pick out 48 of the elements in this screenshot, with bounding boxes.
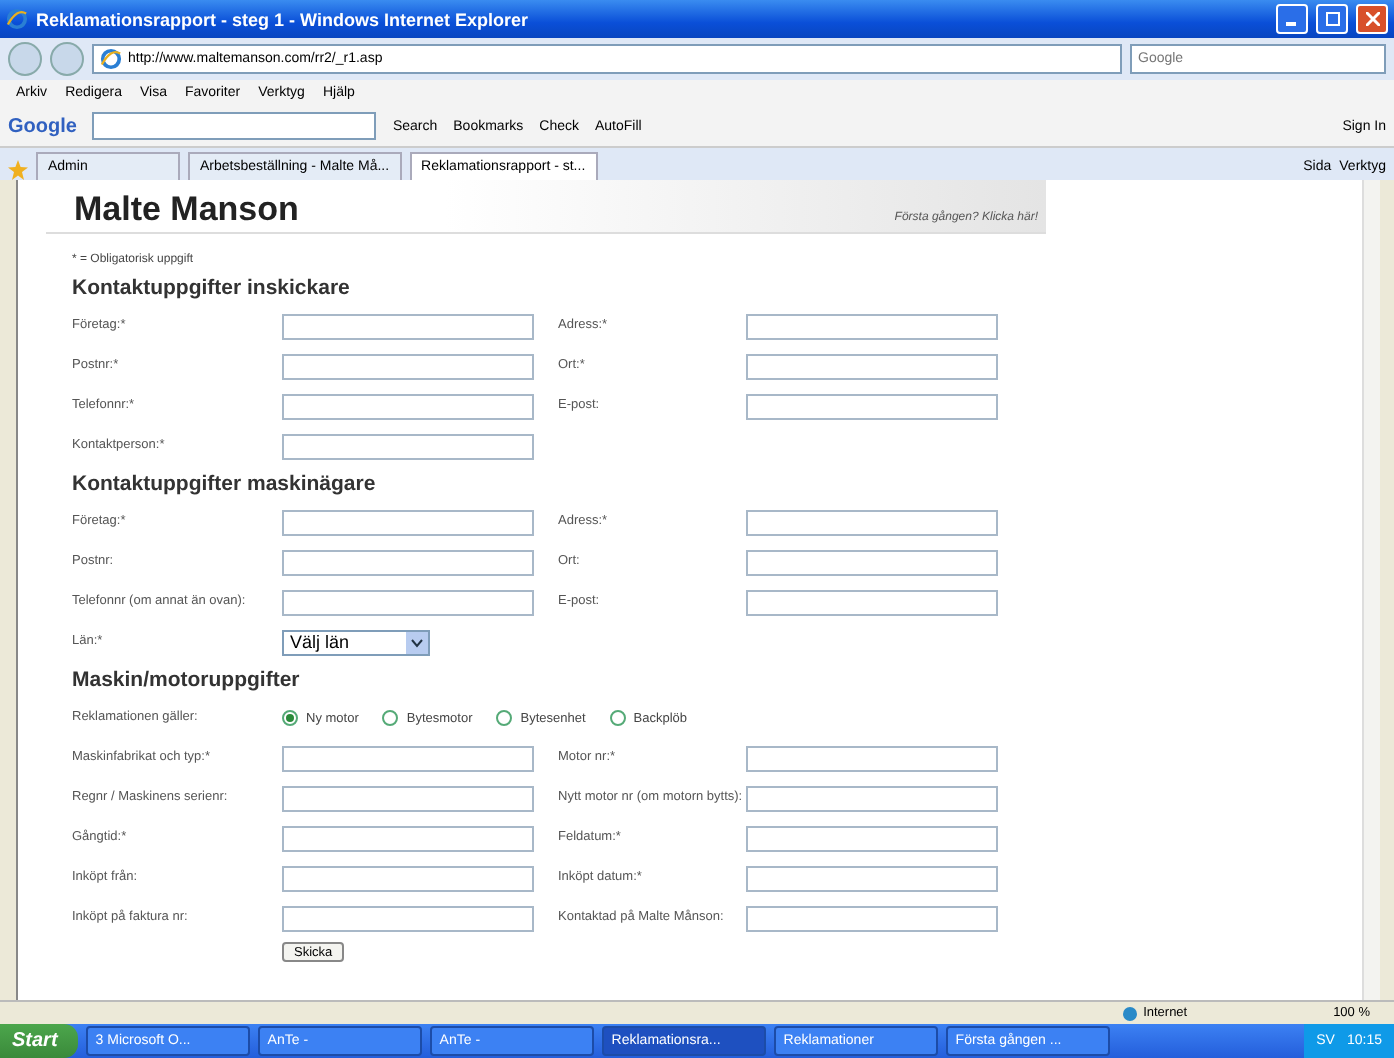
text-field[interactable] bbox=[282, 353, 534, 379]
globe-icon bbox=[1121, 1005, 1138, 1021]
text-field[interactable] bbox=[282, 509, 534, 535]
start-button[interactable]: Start bbox=[0, 1024, 78, 1058]
text-field[interactable] bbox=[746, 313, 998, 339]
ie-icon bbox=[6, 8, 28, 30]
text-field[interactable] bbox=[282, 393, 534, 419]
section-heading: Kontaktuppgifter maskinägare bbox=[72, 472, 378, 496]
close-icon bbox=[1365, 12, 1379, 26]
text-field[interactable] bbox=[282, 433, 534, 459]
text-field[interactable] bbox=[746, 865, 998, 891]
window-title: Reklamationsrapport - steg 1 - Windows Internet Explorer bbox=[36, 9, 530, 29]
maximize-button[interactable] bbox=[1316, 4, 1348, 34]
text-field[interactable] bbox=[282, 549, 534, 575]
text-field[interactable] bbox=[746, 353, 998, 379]
text-field[interactable] bbox=[746, 509, 998, 535]
text-field[interactable] bbox=[282, 589, 534, 615]
text-field[interactable] bbox=[746, 549, 998, 575]
star-icon[interactable] bbox=[8, 160, 28, 180]
text-field[interactable] bbox=[746, 785, 998, 811]
minimize-button[interactable] bbox=[1276, 4, 1308, 34]
text-field[interactable] bbox=[282, 313, 534, 339]
close-button[interactable] bbox=[1356, 4, 1388, 34]
back-button[interactable] bbox=[8, 42, 42, 76]
text-field[interactable] bbox=[746, 825, 998, 851]
county-dropdown[interactable]: Välj län bbox=[282, 629, 430, 655]
text-field[interactable] bbox=[282, 865, 534, 891]
text-field[interactable] bbox=[282, 905, 534, 931]
scrollbar[interactable] bbox=[1362, 180, 1380, 1000]
text-field[interactable] bbox=[282, 785, 534, 811]
text-field[interactable] bbox=[746, 393, 998, 419]
maximize-icon bbox=[1325, 12, 1339, 26]
google-search-field[interactable] bbox=[92, 112, 377, 140]
forward-button[interactable] bbox=[50, 42, 84, 76]
radio-button[interactable] bbox=[496, 710, 513, 726]
radio-button[interactable] bbox=[282, 710, 298, 726]
text-field[interactable] bbox=[746, 745, 998, 771]
ie-icon bbox=[100, 48, 122, 70]
section-heading: Maskin/motoruppgifter bbox=[72, 668, 302, 692]
text-field[interactable] bbox=[282, 745, 534, 771]
radio-button[interactable] bbox=[609, 710, 626, 726]
radio-button[interactable] bbox=[382, 710, 399, 726]
text-field[interactable] bbox=[746, 905, 998, 931]
section-heading: Kontaktuppgifter inskickare bbox=[72, 276, 352, 300]
google-logo: Google bbox=[8, 115, 77, 137]
brand-logo: Malte Manson bbox=[74, 196, 299, 224]
text-field[interactable] bbox=[746, 589, 998, 615]
text-field[interactable] bbox=[282, 825, 534, 851]
